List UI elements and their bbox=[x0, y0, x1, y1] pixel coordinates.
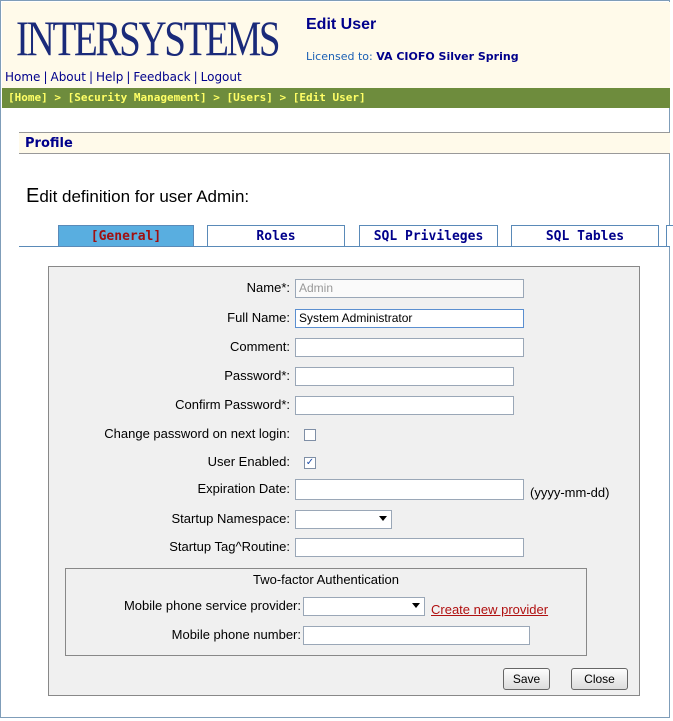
nav-feedback-link[interactable]: Feedback bbox=[133, 70, 190, 84]
provider-select[interactable] bbox=[303, 597, 425, 616]
create-provider-link[interactable]: Create new provider bbox=[431, 602, 548, 617]
provider-label: Mobile phone service provider: bbox=[123, 598, 301, 613]
two-factor-title: Two-factor Authentication bbox=[253, 572, 399, 587]
name-input[interactable]: Admin bbox=[295, 279, 524, 298]
comment-label: Comment: bbox=[230, 339, 290, 354]
window-frame: INTERSYSTEMS Edit User Licensed to: VA C… bbox=[0, 0, 673, 718]
edit-heading: Edit definition for user Admin: bbox=[26, 185, 249, 208]
user-enabled-checkbox[interactable]: ✓ bbox=[304, 457, 316, 469]
phone-input[interactable] bbox=[303, 626, 530, 645]
chevron-down-icon bbox=[412, 603, 420, 608]
tab-roles[interactable]: Roles bbox=[207, 225, 345, 247]
breadcrumb[interactable]: [Home] > [Security Management] > [Users]… bbox=[2, 88, 670, 108]
tab-sql-privileges[interactable]: SQL Privileges bbox=[359, 225, 498, 247]
password-input[interactable] bbox=[295, 367, 514, 386]
confirm-password-input[interactable] bbox=[295, 396, 514, 415]
heading-text: dit definition for user Admin: bbox=[39, 187, 250, 206]
tab-underline bbox=[19, 246, 670, 247]
expiration-input[interactable] bbox=[295, 479, 524, 500]
phone-label: Mobile phone number: bbox=[171, 627, 301, 642]
expiration-format-hint: (yyyy-mm-dd) bbox=[530, 485, 610, 500]
heading-initial: E bbox=[26, 185, 40, 207]
header: INTERSYSTEMS Edit User Licensed to: VA C… bbox=[2, 2, 670, 88]
profile-section-bar: Profile bbox=[19, 132, 670, 154]
nav-separator: | bbox=[126, 70, 131, 84]
nav-separator: | bbox=[193, 70, 198, 84]
change-password-label: Change password on next login: bbox=[104, 426, 290, 441]
nav-logout-link[interactable]: Logout bbox=[201, 70, 242, 84]
tab-sql-tables[interactable]: SQL Tables bbox=[511, 225, 659, 247]
change-password-checkbox[interactable] bbox=[304, 429, 316, 441]
password-label: Password*: bbox=[224, 368, 290, 383]
general-form-panel: Name*: Admin Full Name: System Administr… bbox=[48, 266, 640, 696]
expiration-label: Expiration Date: bbox=[197, 481, 291, 496]
intersystems-logo: INTERSYSTEMS bbox=[16, 10, 281, 66]
namespace-label: Startup Namespace: bbox=[171, 511, 290, 526]
nav-help-link[interactable]: Help bbox=[96, 70, 123, 84]
license-label: Licensed to: bbox=[306, 50, 373, 63]
license-value: VA CIOFO Silver Spring bbox=[376, 50, 519, 63]
nav-separator: | bbox=[88, 70, 94, 84]
fullname-input[interactable]: System Administrator bbox=[295, 309, 524, 328]
nav-about-link[interactable]: About bbox=[50, 70, 85, 84]
confirm-password-label: Confirm Password*: bbox=[175, 397, 290, 412]
chevron-down-icon bbox=[379, 516, 387, 521]
page-title: Edit User bbox=[306, 16, 377, 33]
nav-home-link[interactable]: Home bbox=[5, 70, 40, 84]
comment-input[interactable] bbox=[295, 338, 524, 357]
close-button[interactable]: Close bbox=[571, 668, 628, 690]
tab-general[interactable]: [General] bbox=[58, 225, 194, 247]
tab-overflow[interactable] bbox=[666, 225, 673, 247]
top-nav: Home | About | Help | Feedback | Logout bbox=[5, 70, 242, 84]
nav-separator: | bbox=[43, 70, 48, 84]
routine-input[interactable] bbox=[295, 538, 524, 557]
fullname-label: Full Name: bbox=[227, 310, 290, 325]
two-factor-box: Two-factor Authentication Mobile phone s… bbox=[65, 568, 587, 656]
user-enabled-label: User Enabled: bbox=[207, 454, 290, 469]
name-label: Name*: bbox=[246, 280, 290, 295]
namespace-select[interactable] bbox=[295, 510, 392, 529]
save-button[interactable]: Save bbox=[503, 668, 550, 690]
routine-label: Startup Tag^Routine: bbox=[169, 539, 290, 554]
license-info: Licensed to: VA CIOFO Silver Spring bbox=[306, 50, 519, 63]
